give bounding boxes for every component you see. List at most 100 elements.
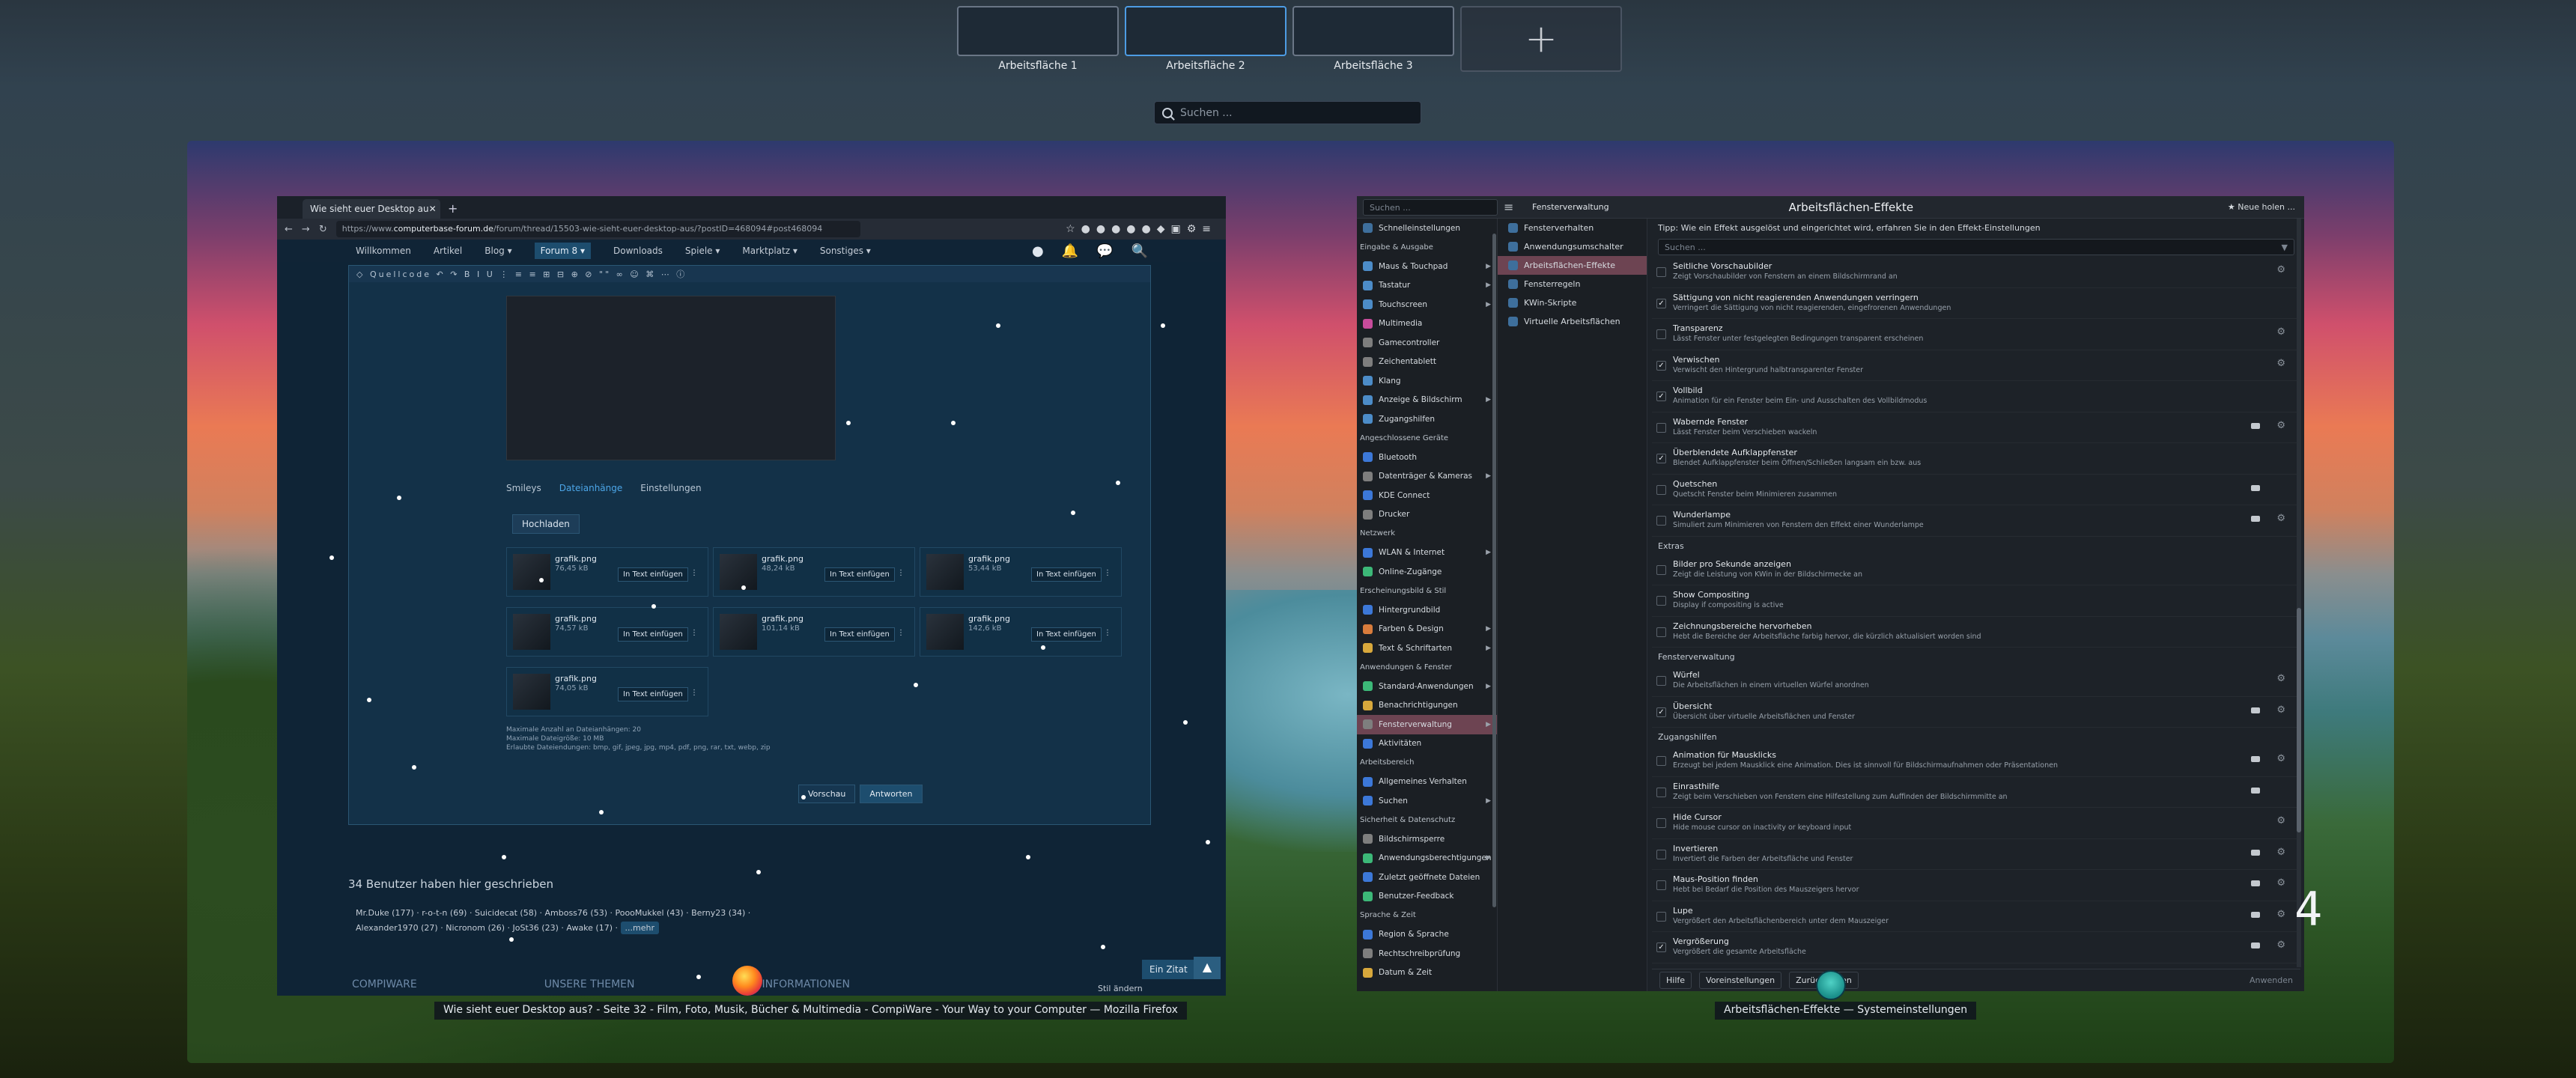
sidebar-item[interactable]: Aktivitäten	[1357, 734, 1497, 754]
sidebar-item[interactable]: Schnelleinstellungen	[1357, 219, 1497, 238]
effect-checkbox[interactable]	[1656, 329, 1666, 339]
sidebar-item[interactable]: Suchen ▶	[1357, 791, 1497, 811]
more-options-icon[interactable]: ⋮	[690, 569, 698, 577]
subpage-item[interactable]: Arbeitsflächen-Effekte	[1498, 256, 1647, 275]
video-preview-icon[interactable]	[2251, 787, 2260, 794]
effect-checkbox[interactable]: ✓	[1656, 360, 1666, 371]
effect-row[interactable]: Einrasthilfe Zeigt beim Verschieben von …	[1652, 777, 2300, 808]
effect-checkbox[interactable]	[1656, 818, 1666, 828]
effect-checkbox[interactable]	[1656, 676, 1666, 686]
sidebar-item[interactable]: Touchscreen ▶	[1357, 295, 1497, 314]
sidebar-item[interactable]: Tastatur ▶	[1357, 276, 1497, 296]
sidebar-item[interactable]: Text & Schriftarten ▶	[1357, 639, 1497, 658]
video-preview-icon[interactable]	[2251, 484, 2260, 491]
sidebar-item[interactable]: Farben & Design ▶	[1357, 620, 1497, 639]
more-users-button[interactable]: ...mehr	[620, 922, 659, 934]
sidebar-item[interactable]: Zugangshilfen	[1357, 409, 1497, 429]
site-user-icons[interactable]: ●🔔💬🔍	[1032, 243, 1166, 259]
nav-forum[interactable]: Forum 8 ▾	[534, 243, 591, 259]
effect-checkbox[interactable]	[1656, 627, 1666, 637]
subpage-item[interactable]: Anwendungsumschalter	[1498, 237, 1647, 256]
workspace-3[interactable]: Arbeitsfläche 3	[1292, 6, 1454, 72]
reload-icon[interactable]: ↻	[319, 224, 327, 235]
effect-row[interactable]: Hide Cursor Hide mouse cursor on inactiv…	[1652, 808, 2300, 839]
sidebar-item[interactable]: Fensterverwaltung ▶	[1357, 715, 1497, 734]
effect-row[interactable]: Würfel Die Arbeitsflächen in einem virtu…	[1652, 666, 2300, 697]
workspace-1[interactable]: Arbeitsfläche 1	[957, 6, 1119, 72]
sidebar-item[interactable]: Anzeige & Bildschirm ▶	[1357, 391, 1497, 410]
effect-row[interactable]: Seitliche Vorschaubilder Zeigt Vorschaub…	[1652, 257, 2300, 288]
video-preview-icon[interactable]	[2251, 707, 2260, 713]
video-preview-icon[interactable]	[2251, 943, 2260, 948]
effect-row[interactable]: ✓ Vollbild Animation für ein Fenster bei…	[1652, 381, 2300, 412]
gear-icon[interactable]: ⚙	[2276, 358, 2285, 369]
effect-checkbox[interactable]: ✓	[1656, 392, 1666, 401]
url-bar[interactable]: https://www.computerbase-forum.de/forum/…	[335, 221, 860, 237]
nav-artikel[interactable]: Artikel	[434, 246, 462, 256]
effect-row[interactable]: Animation für Mausklicks Erzeugt bei jed…	[1652, 746, 2300, 777]
sidebar-item[interactable]: Region & Sprache	[1357, 925, 1497, 945]
effect-row[interactable]: Show Compositing Display if compositing …	[1652, 585, 2300, 617]
insert-into-text-button[interactable]: In Text einfügen	[824, 567, 895, 582]
effect-row[interactable]: ✓ Vergrößerung Vergrößert die gesamte Ar…	[1652, 932, 2300, 963]
subpage-item[interactable]: Fensterregeln	[1498, 275, 1647, 293]
sidebar-item[interactable]: Benutzer-Feedback	[1357, 887, 1497, 907]
gear-icon[interactable]: ⚙	[2276, 940, 2285, 951]
sidebar-item[interactable]: Standard-Anwendungen ▶	[1357, 677, 1497, 696]
insert-into-text-button[interactable]: In Text einfügen	[1031, 567, 1102, 582]
sidebar-item[interactable]: Multimedia	[1357, 314, 1497, 334]
filter-icon[interactable]: ▼	[2282, 243, 2288, 252]
video-preview-icon[interactable]	[2251, 756, 2260, 762]
add-workspace-button[interactable]: +	[1460, 6, 1622, 72]
effect-checkbox[interactable]	[1656, 596, 1666, 606]
get-new-effects-button[interactable]: ★ Neue holen ...	[2228, 202, 2295, 212]
sidebar-item[interactable]: Hintergrundbild	[1357, 600, 1497, 620]
gear-icon[interactable]: ⚙	[2276, 909, 2285, 920]
more-options-icon[interactable]: ⋮	[1104, 629, 1111, 637]
nav-spiele[interactable]: Spiele ▾	[685, 246, 720, 256]
sidebar-item[interactable]: Maus & Touchpad ▶	[1357, 257, 1497, 276]
effects-scrollbar[interactable]	[2297, 219, 2301, 967]
effect-checkbox[interactable]	[1656, 516, 1666, 526]
settings-search-input[interactable]: Suchen ...	[1363, 198, 1498, 216]
effect-row[interactable]: ✓ Überblendete Aufklappfenster Blendet A…	[1652, 443, 2300, 475]
sidebar-item[interactable]: Bildschirmsperre	[1357, 829, 1497, 849]
video-preview-icon[interactable]	[2251, 880, 2260, 886]
gear-icon[interactable]: ⚙	[2276, 420, 2285, 431]
firefox-tab[interactable]: Wie sieht euer Desktop au ✕	[303, 199, 440, 219]
quote-button[interactable]: Ein Zitat	[1142, 960, 1195, 979]
upload-button[interactable]: Hochladen	[512, 514, 580, 534]
back-icon[interactable]: ←	[285, 224, 293, 235]
gear-icon[interactable]: ⚙	[2276, 513, 2285, 524]
more-options-icon[interactable]: ⋮	[897, 629, 905, 637]
effect-checkbox[interactable]	[1656, 911, 1666, 922]
effect-row[interactable]: Invertieren Invertiert die Farben der Ar…	[1652, 839, 2300, 870]
reply-button[interactable]: Antworten	[860, 785, 923, 803]
nav-downloads[interactable]: Downloads	[613, 246, 663, 256]
sidebar-item[interactable]: Online-Zugänge	[1357, 562, 1497, 582]
help-button[interactable]: Hilfe	[1659, 972, 1692, 989]
effect-checkbox[interactable]	[1656, 564, 1666, 575]
video-preview-icon[interactable]	[2251, 516, 2260, 522]
more-options-icon[interactable]: ⋮	[690, 689, 698, 697]
effect-checkbox[interactable]	[1656, 422, 1666, 433]
subpage-item[interactable]: Fensterverhalten	[1498, 219, 1647, 237]
tab-smileys[interactable]: Smileys	[506, 483, 541, 493]
gear-icon[interactable]: ⚙	[2276, 673, 2285, 684]
gear-icon[interactable]: ⚙	[2276, 877, 2285, 889]
effect-row[interactable]: ✓ Verwischen Verwischt den Hintergrund h…	[1652, 350, 2300, 381]
sidebar-item[interactable]: Zuletzt geöffnete Dateien	[1357, 868, 1497, 887]
nav-blog[interactable]: Blog ▾	[484, 246, 511, 256]
preview-button[interactable]: Vorschau	[798, 785, 856, 803]
insert-into-text-button[interactable]: In Text einfügen	[824, 627, 895, 642]
effect-checkbox[interactable]	[1656, 849, 1666, 859]
sidebar-item[interactable]: KDE Connect	[1357, 486, 1497, 505]
sidebar-scroll-thumb[interactable]	[1492, 234, 1496, 907]
scroll-top-icon[interactable]: ▲	[1194, 957, 1221, 979]
system-settings-window[interactable]: Suchen ... ≡ Fensterverwaltung Arbeitsfl…	[1357, 196, 2304, 991]
effect-row[interactable]: Transparenz Lässt Fenster unter festgele…	[1652, 319, 2300, 350]
effects-search-input[interactable]: Suchen ... ▼	[1658, 239, 2294, 255]
defaults-button[interactable]: Voreinstellungen	[1699, 972, 1782, 989]
nav-willkommen[interactable]: Willkommen	[356, 246, 411, 256]
effect-row[interactable]: Maus-Position finden Hebt bei Bedarf die…	[1652, 870, 2300, 901]
